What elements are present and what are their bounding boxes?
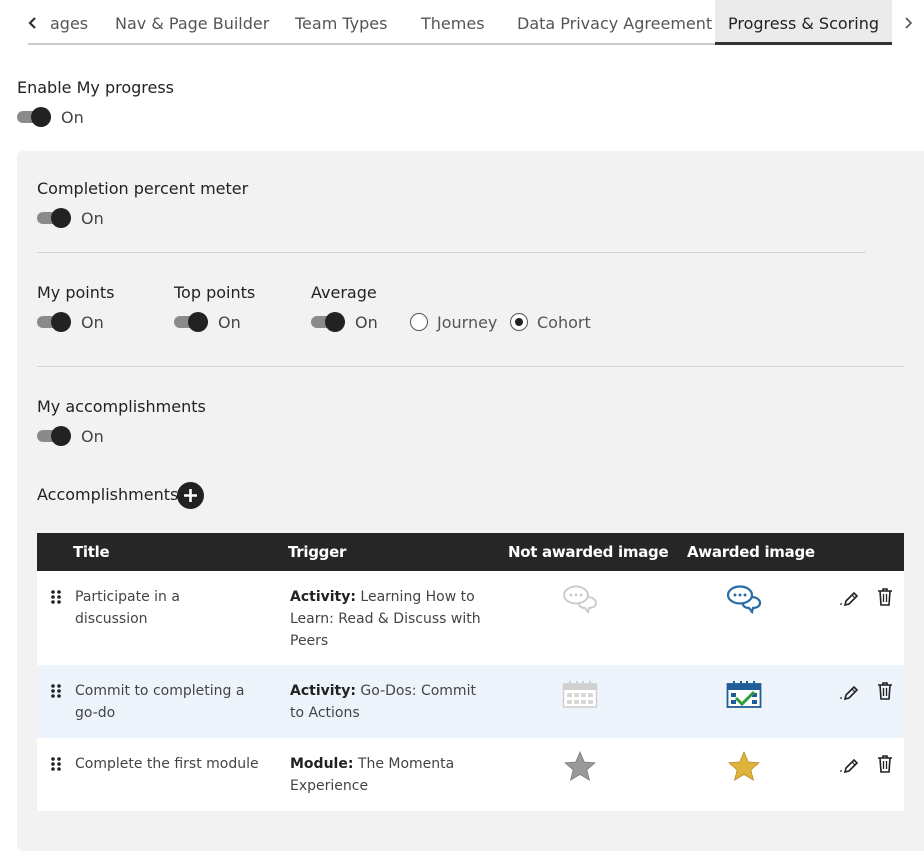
edit-icon[interactable] <box>839 587 859 607</box>
radio-cohort[interactable]: Cohort <box>510 311 591 333</box>
plus-icon <box>184 489 197 502</box>
accomplishments-heading: Accomplishments <box>37 485 179 504</box>
enable-progress-label: Enable My progress <box>17 78 175 97</box>
drag-handle-icon[interactable] <box>50 756 62 772</box>
my-accomplishments-label: My accomplishments <box>37 397 206 416</box>
toggle-switch[interactable] <box>17 106 53 128</box>
column-header-not-awarded: Not awarded image <box>508 543 669 561</box>
chevron-right-icon[interactable] <box>901 14 915 32</box>
trash-icon[interactable] <box>875 681 895 701</box>
table-row: Participate in a discussion Activity: Le… <box>37 571 904 665</box>
tab-progress-scoring[interactable]: Progress & Scoring <box>715 0 892 45</box>
add-accomplishment-button[interactable] <box>177 482 204 509</box>
table-header: Title Trigger Not awarded image Awarded … <box>37 533 904 571</box>
enable-progress-toggle[interactable]: On <box>17 106 84 128</box>
completion-meter-toggle[interactable]: On <box>37 207 104 229</box>
row-title: Participate in a discussion <box>75 589 180 627</box>
drag-handle-icon[interactable] <box>50 589 62 605</box>
top-points-toggle[interactable]: On <box>174 311 241 333</box>
row-trigger: Activity: Learning How to Learn: Read & … <box>290 586 485 652</box>
toggle-state-label: On <box>218 312 241 332</box>
average-label: Average <box>311 283 377 302</box>
toggle-state-label: On <box>81 312 104 332</box>
toggle-switch[interactable] <box>37 311 73 333</box>
radio-button[interactable] <box>410 313 428 331</box>
row-title: Commit to completing a go-do <box>75 683 245 721</box>
toggle-switch[interactable] <box>311 311 347 333</box>
row-trigger: Activity: Go-Dos: Commit to Actions <box>290 680 485 724</box>
trigger-type: Activity: <box>290 589 356 605</box>
edit-icon[interactable] <box>839 681 859 701</box>
radio-button[interactable] <box>510 313 528 331</box>
star-icon <box>564 751 596 781</box>
trash-icon[interactable] <box>875 754 895 774</box>
trigger-type: Module: <box>290 756 354 772</box>
tab-pages[interactable]: ages <box>50 0 88 45</box>
toggle-state-label: On <box>355 312 378 332</box>
row-trigger: Module: The Momenta Experience <box>290 753 485 797</box>
chevron-left-icon[interactable] <box>26 14 40 32</box>
my-points-label: My points <box>37 283 115 302</box>
divider <box>37 366 904 367</box>
edit-icon[interactable] <box>839 754 859 774</box>
column-header-awarded: Awarded image <box>687 543 815 561</box>
tab-themes[interactable]: Themes <box>421 0 485 45</box>
average-toggle[interactable]: On <box>311 311 378 333</box>
drag-handle-icon[interactable] <box>50 683 62 699</box>
table-row: Commit to completing a go-do Activity: G… <box>37 665 904 738</box>
discussion-icon <box>563 585 597 614</box>
table-row: Complete the first module Module: The Mo… <box>37 738 904 811</box>
discussion-icon <box>726 585 762 614</box>
calendar-check-icon <box>726 681 762 708</box>
divider <box>37 252 866 253</box>
toggle-switch[interactable] <box>174 311 210 333</box>
completion-meter-label: Completion percent meter <box>37 179 249 198</box>
trigger-type: Activity: <box>290 683 356 699</box>
radio-label: Cohort <box>537 312 591 332</box>
tab-team-types[interactable]: Team Types <box>295 0 387 45</box>
toggle-state-label: On <box>81 208 104 228</box>
column-header-trigger: Trigger <box>288 543 347 561</box>
radio-label: Journey <box>437 312 498 332</box>
tab-data-privacy-agreement[interactable]: Data Privacy Agreement <box>517 0 712 45</box>
my-accomplishments-toggle[interactable]: On <box>37 425 104 447</box>
toggle-state-label: On <box>81 426 104 446</box>
toggle-switch[interactable] <box>37 425 73 447</box>
trash-icon[interactable] <box>875 587 895 607</box>
column-header-title: Title <box>73 543 110 561</box>
my-points-toggle[interactable]: On <box>37 311 104 333</box>
radio-journey[interactable]: Journey <box>410 311 497 333</box>
star-icon <box>728 751 760 781</box>
top-points-label: Top points <box>174 283 256 302</box>
calendar-icon <box>562 681 598 708</box>
tab-nav-page-builder[interactable]: Nav & Page Builder <box>115 0 269 45</box>
toggle-state-label: On <box>61 107 84 127</box>
row-title: Complete the first module <box>75 756 259 772</box>
tab-bar: ages Nav & Page Builder Team Types Theme… <box>0 0 924 46</box>
toggle-switch[interactable] <box>37 207 73 229</box>
